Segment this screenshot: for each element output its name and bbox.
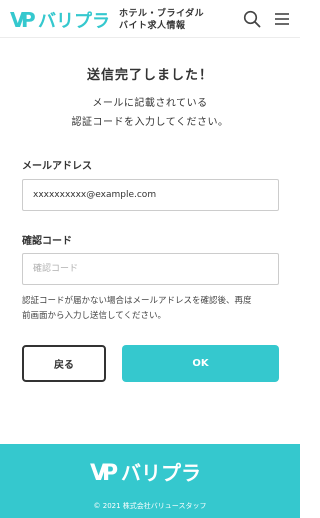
lead-line-2: 認証コードを入力してください。 (71, 117, 229, 128)
site-footer: V P バリプラ © 2021 株式会社バリュースタッフ (0, 444, 300, 518)
back-button[interactable]: 戻る (22, 345, 106, 382)
ok-button[interactable]: OK (122, 345, 279, 382)
svg-text:P: P (102, 461, 118, 484)
tagline-line-1: ホテル・ブライダル (119, 9, 205, 19)
code-label: 確認コード (22, 236, 72, 247)
lead-text: メールに記載されている 認証コードを入力してください。 (0, 94, 300, 132)
svg-text:P: P (21, 8, 36, 31)
note-line-1: 認証コードが届かない場合はメールアドレスを確認後、再度 (22, 296, 252, 306)
hamburger-menu-icon[interactable] (274, 11, 290, 27)
footer-logo-text: バリプラ (121, 461, 201, 484)
code-field[interactable] (22, 253, 279, 285)
baripura-logo[interactable]: V P バリプラ (10, 7, 118, 31)
email-label: メールアドレス (22, 161, 92, 172)
page-title: 送信完了しました！ (86, 68, 213, 83)
header-logo-text: バリプラ (38, 10, 110, 31)
tagline-line-2: バイト求人情報 (119, 21, 186, 31)
note-line-2: 前画面から入力し送信してください。 (22, 311, 166, 321)
help-note: 認証コードが届かない場合はメールアドレスを確認後、再度 前画面から入力し送信して… (22, 294, 284, 324)
email-field[interactable] (22, 179, 279, 211)
copyright: © 2021 株式会社バリュースタッフ (93, 502, 207, 510)
header-tagline: ホテル・ブライダル バイト求人情報 (119, 8, 204, 32)
site-header: V P バリプラ ホテル・ブライダル バイト求人情報 (0, 0, 300, 38)
lead-line-1: メールに記載されている (92, 98, 208, 109)
search-icon[interactable] (243, 10, 261, 28)
footer-logo[interactable]: V P バリプラ (90, 458, 210, 484)
